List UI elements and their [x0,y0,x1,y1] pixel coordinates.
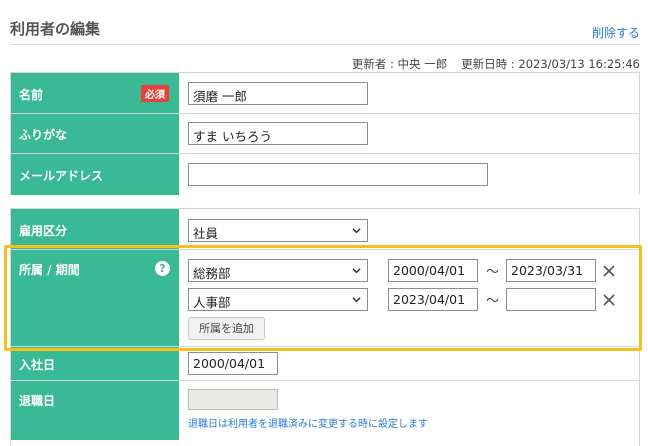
close-icon[interactable] [602,293,616,307]
row-name: 名前 必須 須磨 一郎 [11,73,639,113]
label-cell-furigana: ふりがな [11,114,179,153]
page-title: 利用者の編集 [10,20,101,38]
label-email: メールアドレス [19,169,104,183]
employment-selected: 社員 [193,226,219,241]
label-cell-email: メールアドレス [11,154,179,195]
close-icon[interactable] [602,264,616,278]
department-select-1[interactable]: 総務部 [188,259,368,282]
label-cell-leave-date: 退職日 [11,381,179,440]
value-cell-leave-date: 退職日は利用者を退職済みに変更する時に設定します [179,381,639,440]
required-badge: 必須 [141,85,169,102]
department-selected-1: 総務部 [193,266,231,281]
value-cell-join-date: 2000/04/01 [179,347,639,380]
department-selected-2: 人事部 [193,295,231,310]
furigana-input[interactable]: すま いちろう [188,122,368,145]
employment-section: 雇用区分 社員 所属 / 期間 ? 総務部 2000/04/01 〜 2023/… [10,208,640,446]
end-date-input-2[interactable] [506,288,596,311]
label-join-date: 入社日 [19,358,56,372]
row-affiliation: 所属 / 期間 ? 総務部 2000/04/01 〜 2023/03/31 人事… [11,249,639,346]
value-cell-affiliation: 総務部 2000/04/01 〜 2023/03/31 人事部 2023/04/… [179,250,639,346]
email-input[interactable] [188,163,488,186]
department-select-2[interactable]: 人事部 [188,288,368,311]
updated-at-text: 更新日時 : 2023/03/13 16:25:46 [461,57,640,71]
row-leave-date: 退職日 退職日は利用者を退職済みに変更する時に設定します [11,380,639,440]
end-date-input-1[interactable]: 2023/03/31 [506,259,596,282]
leave-date-input[interactable] [188,389,278,410]
label-employment: 雇用区分 [19,224,68,238]
delete-link[interactable]: 削除する [592,24,640,41]
name-input[interactable]: 須磨 一郎 [188,82,368,105]
value-cell-furigana: すま いちろう [179,114,639,153]
basic-info-section: 名前 必須 須磨 一郎 ふりがな すま いちろう メールアドレス [10,72,640,195]
value-cell-employment: 社員 [179,209,639,249]
period-tilde-1: 〜 [486,265,500,280]
title-divider [10,44,640,45]
add-affiliation-button[interactable]: 所属を追加 [188,317,265,340]
row-employment: 雇用区分 社員 [11,209,639,249]
row-furigana: ふりがな すま いちろう [11,113,639,153]
period-tilde-2: 〜 [486,294,500,309]
label-leave-date: 退職日 [19,394,56,408]
chevron-down-icon [352,268,361,274]
chevron-down-icon [352,228,361,234]
row-join-date: 入社日 2000/04/01 [11,346,639,380]
label-affiliation: 所属 / 期間 [19,263,80,277]
value-cell-email [179,154,639,195]
employment-select[interactable]: 社員 [188,219,368,242]
label-cell-name: 名前 必須 [11,73,179,113]
leave-date-hint: 退職日は利用者を退職済みに変更する時に設定します [188,419,428,430]
join-date-input[interactable]: 2000/04/01 [188,352,278,375]
value-cell-name: 須磨 一郎 [179,73,639,113]
label-cell-employment: 雇用区分 [11,209,179,249]
update-meta: 更新者 : 中央 一郎 更新日時 : 2023/03/13 16:25:46 [352,56,640,72]
label-furigana: ふりがな [19,128,68,142]
updater-text: 更新者 : 中央 一郎 [351,57,448,71]
chevron-down-icon [352,297,361,303]
start-date-input-1[interactable]: 2000/04/01 [388,259,478,282]
label-name: 名前 [19,88,44,102]
label-cell-join-date: 入社日 [11,347,179,380]
label-cell-affiliation: 所属 / 期間 ? [11,250,179,346]
help-icon[interactable]: ? [155,261,170,276]
start-date-input-2[interactable]: 2023/04/01 [388,288,478,311]
row-email: メールアドレス [11,153,639,195]
